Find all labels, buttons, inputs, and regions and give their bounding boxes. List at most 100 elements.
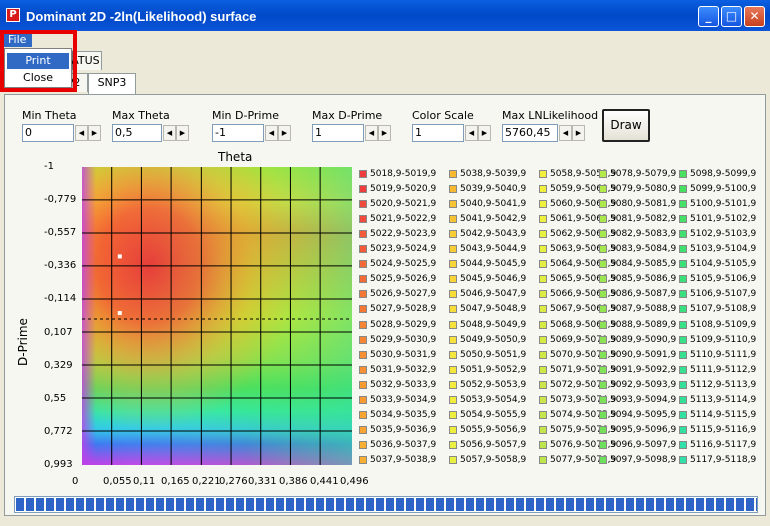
legend-label: 5113,9-5114,9 xyxy=(690,394,757,405)
arrow-left-icon[interactable]: ◀ xyxy=(465,125,478,141)
legend-item: 5036,9-5037,9 xyxy=(359,439,449,454)
arrow-right-icon[interactable]: ▶ xyxy=(572,125,585,141)
legend-label: 5109,9-5110,9 xyxy=(690,334,757,345)
legend-label: 5115,9-5116,9 xyxy=(690,424,757,435)
legend-item: 5107,9-5108,9 xyxy=(679,303,759,318)
legend-item: 5048,9-5049,9 xyxy=(449,319,539,334)
min-theta-field[interactable]: 0 xyxy=(22,124,74,142)
legend-item: 5058,9-5059,9 xyxy=(539,168,616,183)
legend-label: 5102,9-5103,9 xyxy=(690,229,757,240)
legend-label: 5023,9-5024,9 xyxy=(370,244,437,255)
legend-item: 5099,9-5100,9 xyxy=(679,183,759,198)
legend-label: 5110,9-5111,9 xyxy=(690,349,757,360)
legend-swatch xyxy=(599,320,607,329)
legend-swatch xyxy=(359,275,367,284)
legend-swatch xyxy=(449,230,457,239)
y-tick-label: 0,107 xyxy=(44,326,73,338)
legend-swatch xyxy=(599,260,607,269)
legend-swatch xyxy=(359,185,367,194)
x-tick-label: 0,386 xyxy=(279,476,308,487)
legend-label: 5044,9-5045,9 xyxy=(460,259,527,270)
arrow-left-icon[interactable]: ◀ xyxy=(265,125,278,141)
legend-label: 5045,9-5046,9 xyxy=(460,274,527,285)
legend-item: 5084,9-5085,9 xyxy=(599,258,679,273)
legend-label: 5027,9-5028,9 xyxy=(370,304,437,315)
min-dprime-field[interactable]: -1 xyxy=(212,124,264,142)
x-tick-label: 0,165 xyxy=(161,476,190,487)
legend-swatch xyxy=(599,215,607,224)
legend-item: 5041,9-5042,9 xyxy=(449,213,539,228)
legend-item: 5034,9-5035,9 xyxy=(359,409,449,424)
legend-item: 5069,9-5070,9 xyxy=(539,334,616,349)
legend-swatch xyxy=(539,290,547,299)
legend-swatch xyxy=(359,410,367,419)
legend-label: 5103,9-5104,9 xyxy=(690,244,757,255)
legend-swatch xyxy=(599,305,607,314)
arrow-right-icon[interactable]: ▶ xyxy=(478,125,491,141)
legend-label: 5057,9-5058,9 xyxy=(460,454,527,465)
legend-item: 5031,9-5032,9 xyxy=(359,364,449,379)
arrow-right-icon[interactable]: ▶ xyxy=(88,125,101,141)
legend-item: 5095,9-5096,9 xyxy=(599,424,679,439)
legend-swatch xyxy=(679,245,687,254)
arrow-left-icon[interactable]: ◀ xyxy=(559,125,572,141)
arrow-left-icon[interactable]: ◀ xyxy=(365,125,378,141)
legend-item: 5042,9-5043,9 xyxy=(449,228,539,243)
legend-item: 5063,9-5064,9 xyxy=(539,243,616,258)
y-tick-label: -0,557 xyxy=(44,227,77,239)
legend-label: 5043,9-5044,9 xyxy=(460,244,527,255)
arrow-right-icon[interactable]: ▶ xyxy=(378,125,391,141)
window-title: Dominant 2D -2ln(Likelihood) surface xyxy=(26,9,257,24)
legend-swatch xyxy=(359,170,367,178)
legend-swatch xyxy=(539,245,547,254)
legend-item: 5078,9-5079,9 xyxy=(599,168,679,183)
legend-label: 5034,9-5035,9 xyxy=(370,409,437,420)
legend-item: 5055,9-5056,9 xyxy=(449,424,539,439)
legend-label: 5083,9-5084,9 xyxy=(610,244,677,255)
legend-swatch xyxy=(359,305,367,314)
legend-label: 5050,9-5051,9 xyxy=(460,349,527,360)
legend-label: 5018,9-5019,9 xyxy=(370,169,437,179)
legend-item: 5076,9-5077,9 xyxy=(539,439,616,454)
max-lnlikelihood-field[interactable]: 5760,45 xyxy=(502,124,558,142)
y-tick-label: -0,779 xyxy=(44,194,77,206)
legend-swatch xyxy=(679,200,687,209)
legend-label: 5051,9-5052,9 xyxy=(460,364,527,375)
legend-item: 5088,9-5089,9 xyxy=(599,319,679,334)
legend-item: 5071,9-5072,9 xyxy=(539,364,616,379)
max-theta-field[interactable]: 0,5 xyxy=(112,124,162,142)
close-window-button[interactable]: ✕ xyxy=(744,6,765,27)
arrow-left-icon[interactable]: ◀ xyxy=(75,125,88,141)
legend-label: 5028,9-5029,9 xyxy=(370,319,437,330)
maximize-button[interactable]: □ xyxy=(721,6,742,27)
tab-snp3[interactable]: SNP3 xyxy=(88,73,136,94)
minimize-button[interactable]: _ xyxy=(698,6,719,27)
legend-item: 5111,9-5112,9 xyxy=(679,364,759,379)
legend-swatch xyxy=(449,380,457,389)
color-scale-field[interactable]: 1 xyxy=(412,124,464,142)
legend-label: 5088,9-5089,9 xyxy=(610,319,677,330)
legend-swatch xyxy=(359,455,367,464)
legend-swatch xyxy=(599,170,607,178)
arrow-right-icon[interactable]: ▶ xyxy=(176,125,189,141)
minimize-icon: _ xyxy=(705,9,712,23)
legend-label: 5046,9-5047,9 xyxy=(460,289,527,300)
progress-fill xyxy=(16,498,757,511)
draw-button[interactable]: Draw xyxy=(602,109,650,142)
arrow-right-icon[interactable]: ▶ xyxy=(278,125,291,141)
legend-item: 5085,9-5086,9 xyxy=(599,273,679,288)
legend-swatch xyxy=(599,350,607,359)
legend-item: 5098,9-5099,9 xyxy=(679,168,759,183)
legend-item: 5064,9-5065,9 xyxy=(539,258,616,273)
x-tick-label: 0,221 xyxy=(192,476,221,487)
legend-swatch xyxy=(679,170,687,178)
max-dprime-field[interactable]: 1 xyxy=(312,124,364,142)
legend-swatch xyxy=(599,200,607,209)
legend-item: 5106,9-5107,9 xyxy=(679,288,759,303)
legend-item: 5046,9-5047,9 xyxy=(449,288,539,303)
legend-swatch xyxy=(539,230,547,239)
arrow-left-icon[interactable]: ◀ xyxy=(163,125,176,141)
legend-swatch xyxy=(359,230,367,239)
maximize-icon: □ xyxy=(725,9,738,23)
legend-swatch xyxy=(539,215,547,224)
